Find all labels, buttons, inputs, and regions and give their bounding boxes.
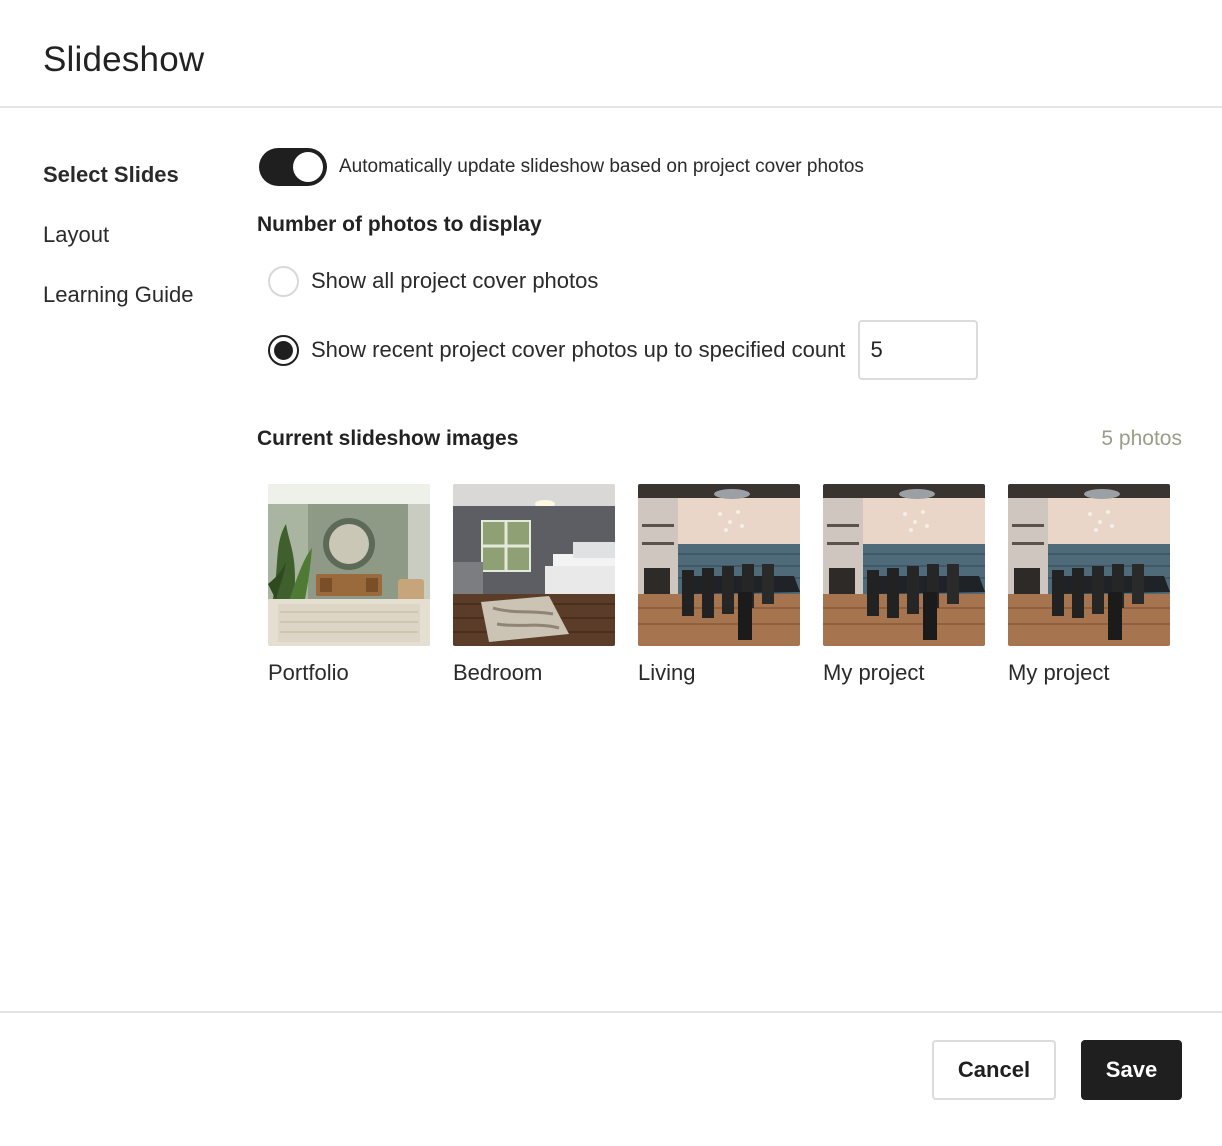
cancel-button[interactable]: Cancel xyxy=(932,1040,1056,1100)
auto-update-label: Automatically update slideshow based on … xyxy=(339,156,864,177)
sidebar-item-select-slides[interactable]: Select Slides xyxy=(43,160,233,190)
radio-selected-dot xyxy=(274,340,293,360)
thumbnail-image-bedroom xyxy=(453,484,615,646)
number-of-photos-heading: Number of photos to display xyxy=(257,213,542,236)
living-room-photo xyxy=(268,484,430,646)
current-images-heading: Current slideshow images xyxy=(257,427,519,450)
thumbnail-label: Portfolio xyxy=(268,660,349,685)
slideshow-thumbnail[interactable]: Bedroom xyxy=(453,484,615,686)
sidebar-item-layout[interactable]: Layout xyxy=(43,220,233,250)
slideshow-thumbnails: Portfolio Bedroom Living My project My p… xyxy=(268,484,1182,686)
thumbnail-image-my-project xyxy=(823,484,985,646)
sidebar-nav: Select Slides Layout Learning Guide xyxy=(43,160,233,340)
slideshow-thumbnail[interactable]: My project xyxy=(1008,484,1170,686)
dialog-footer: Cancel Save xyxy=(0,1011,1222,1146)
slideshow-thumbnail[interactable]: Living xyxy=(638,484,800,686)
auto-update-row: Automatically update slideshow based on … xyxy=(257,148,1182,186)
radio-option-show-all[interactable]: Show all project cover photos xyxy=(268,264,1182,298)
main-content: Automatically update slideshow based on … xyxy=(257,148,1182,686)
slideshow-dialog: Slideshow Select Slides Layout Learning … xyxy=(0,0,1222,1146)
save-button[interactable]: Save xyxy=(1081,1040,1182,1100)
slideshow-thumbnail[interactable]: Portfolio xyxy=(268,484,430,686)
radio-label-show-all: Show all project cover photos xyxy=(311,268,599,293)
dialog-header: Slideshow xyxy=(0,0,1222,108)
dining-room-photo xyxy=(638,484,800,646)
thumbnail-label: My project xyxy=(823,660,925,685)
slideshow-thumbnail[interactable]: My project xyxy=(823,484,985,686)
auto-update-toggle[interactable] xyxy=(259,148,327,186)
radio-option-show-recent[interactable]: Show recent project cover photos up to s… xyxy=(268,320,1182,380)
thumbnail-image-my-project xyxy=(1008,484,1170,646)
thumbnail-image-portfolio xyxy=(268,484,430,646)
dining-room-photo xyxy=(823,484,985,646)
dialog-title: Slideshow xyxy=(43,40,205,79)
bedroom-photo xyxy=(453,484,615,646)
radio-label-show-recent: Show recent project cover photos up to s… xyxy=(311,337,846,362)
toggle-knob xyxy=(293,152,323,182)
thumbnail-label: My project xyxy=(1008,660,1110,685)
thumbnail-label: Bedroom xyxy=(453,660,543,685)
radio-button-show-all[interactable] xyxy=(268,265,299,297)
thumbnail-label: Living xyxy=(638,660,696,685)
sidebar-item-learning-guide[interactable]: Learning Guide xyxy=(43,280,233,310)
thumbnail-image-living xyxy=(638,484,800,646)
dining-room-photo xyxy=(1008,484,1170,646)
photo-count-input[interactable] xyxy=(858,320,979,380)
current-images-header: Current slideshow images 5 photos xyxy=(257,424,1182,454)
photo-count-label: 5 photos xyxy=(1101,427,1182,450)
radio-button-show-recent[interactable] xyxy=(268,334,299,366)
